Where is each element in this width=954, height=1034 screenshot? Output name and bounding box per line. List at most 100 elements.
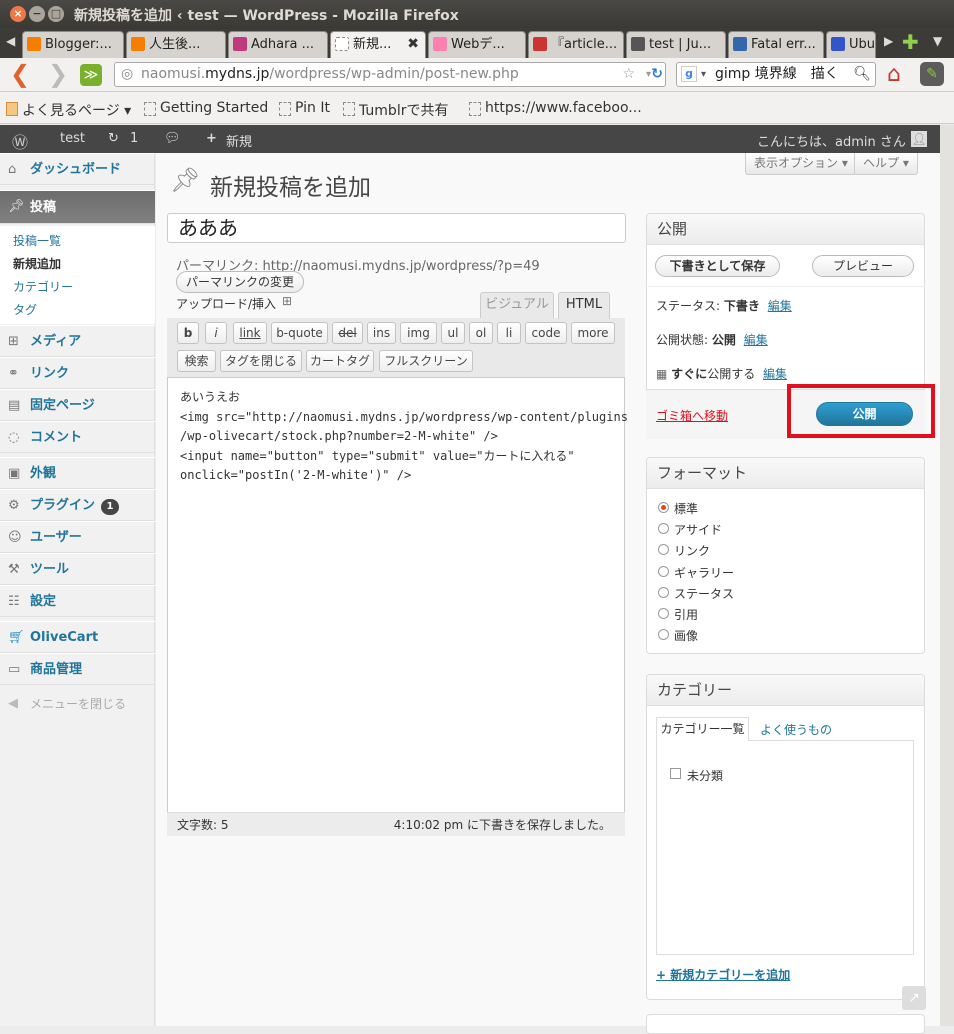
category-checkbox[interactable] [670, 768, 681, 779]
tab-scroll-left-icon[interactable]: ◀ [6, 34, 15, 48]
bookmark-tumblr[interactable]: Tumblrで共有 [343, 100, 448, 120]
evernote-icon[interactable]: ✎ [920, 62, 944, 86]
preview-button[interactable]: プレビュー [812, 255, 914, 277]
screen-options-button[interactable]: 表示オプション ▾ [745, 153, 857, 175]
quicktag-row2-2-button[interactable]: カートタグ [306, 350, 374, 372]
new-tab-icon[interactable]: ✚ [902, 30, 919, 54]
window-close-button[interactable]: × [10, 6, 26, 22]
menu-appearance[interactable]: ▣ 外観 [0, 457, 155, 489]
editor-content[interactable]: あいうえお <img src="http://naomusi.mydns.jp/… [180, 388, 628, 486]
reload-icon[interactable]: ↻ [651, 63, 663, 86]
radio-button[interactable] [658, 608, 669, 619]
browser-tab[interactable]: Webデ... [428, 31, 526, 58]
menu-posts[interactable]: 📌︎ 投稿 [0, 190, 155, 224]
tab-close-icon[interactable]: ✖ [407, 32, 419, 57]
radio-button[interactable] [658, 586, 669, 598]
menu-users[interactable]: ☺ ユーザー [0, 521, 155, 553]
radio-button[interactable] [658, 629, 669, 641]
menu-tools[interactable]: ⚒ ツール [0, 553, 155, 585]
tab-visual[interactable]: ビジュアル [480, 292, 554, 318]
format-option[interactable]: ギャラリー [658, 564, 734, 581]
browser-tab[interactable]: Blogger:... [22, 31, 124, 58]
tab-html[interactable]: HTML [558, 292, 610, 319]
radio-button[interactable] [658, 544, 669, 556]
submenu-categories[interactable]: カテゴリー [13, 278, 73, 295]
tab-scroll-right-icon[interactable]: ▶ [884, 34, 893, 48]
search-icon[interactable]: 🔍︎ [853, 63, 871, 86]
permalink-url[interactable]: http://naomusi.mydns.jp/wordpress/?p=49 [263, 259, 540, 274]
quicktag-row2-0-button[interactable]: 検索 [177, 350, 216, 372]
save-draft-button[interactable]: 下書きとして保存 [655, 255, 780, 277]
quicktag-6-button[interactable]: img [400, 322, 437, 344]
admin-bar-site-name[interactable]: test [60, 131, 85, 146]
browser-tab[interactable]: 『article... [528, 31, 624, 58]
quicktag-2-button[interactable]: link [233, 322, 267, 344]
submenu-tags[interactable]: タグ [13, 301, 37, 318]
menu-collapse[interactable]: ◀ メニューを閉じる [0, 688, 155, 720]
bookmark-most-visited[interactable]: よく見るページ ▾ [6, 100, 131, 120]
quicktag-11-button[interactable]: more [571, 322, 615, 344]
quicktag-8-button[interactable]: ol [469, 322, 493, 344]
back-icon[interactable]: ❮ [10, 60, 30, 88]
add-new-category-link[interactable]: + 新規カテゴリーを追加 [656, 966, 790, 983]
comments-icon[interactable]: 💬︎ [164, 131, 181, 146]
admin-bar-greeting[interactable]: こんにちは、admin さん ! [757, 131, 915, 150]
menu-media[interactable]: ⊞ メディア [0, 325, 155, 357]
menu-dashboard[interactable]: ⌂ ダッシュボード [0, 153, 155, 185]
search-engine-dropdown-icon[interactable]: ▾ [701, 63, 706, 86]
bookmark-getting-started[interactable]: Getting Started [144, 100, 268, 116]
menu-plugins[interactable]: ⚙ プラグイン 1 [0, 489, 155, 521]
schedule-edit-link[interactable]: 編集 [763, 367, 787, 381]
bookmark-star-icon[interactable]: ☆ [622, 63, 635, 86]
category-item-uncategorized[interactable]: 未分類 [670, 767, 723, 784]
quicktag-row2-1-button[interactable]: タグを閉じる [220, 350, 302, 372]
submenu-add-new[interactable]: 新規追加 [13, 255, 61, 272]
quicktag-5-button[interactable]: ins [367, 322, 396, 344]
format-option[interactable]: 引用 [658, 606, 698, 623]
tab-popular-categories[interactable]: よく使うもの [760, 721, 832, 738]
share-icon[interactable]: ↗ [902, 986, 926, 1010]
status-edit-link[interactable]: 編集 [768, 299, 792, 313]
tab-all-categories[interactable]: カテゴリー一覧 [656, 717, 749, 741]
visibility-edit-link[interactable]: 編集 [744, 333, 768, 347]
radio-button[interactable] [658, 523, 669, 535]
feedly-icon[interactable]: ≫ [80, 64, 102, 86]
browser-tab[interactable]: test | Ju... [626, 31, 726, 58]
menu-olivecart[interactable]: 🛒︎ OliveCart [0, 621, 155, 653]
url-bar[interactable]: ◎ naomusi.mydns.jp/wordpress/wp-admin/po… [114, 62, 666, 87]
browser-tab[interactable]: 新規... ✖ [330, 31, 426, 59]
format-option[interactable]: 標準 [658, 500, 698, 517]
tab-list-icon[interactable]: ▼ [933, 34, 942, 48]
avatar[interactable]: 👤︎ [911, 131, 927, 147]
menu-products[interactable]: ▭ 商品管理 [0, 653, 155, 685]
page-scrollbar[interactable] [940, 125, 954, 1026]
radio-button[interactable] [658, 502, 669, 513]
publish-box-heading[interactable]: 公開 [647, 214, 924, 245]
window-minimize-button[interactable]: − [29, 6, 45, 22]
format-option[interactable]: アサイド [658, 521, 722, 538]
forward-icon[interactable]: ❯ [48, 60, 68, 88]
browser-tab[interactable]: 人生後... [126, 31, 226, 58]
post-title-input[interactable]: あああ [167, 213, 626, 243]
menu-settings[interactable]: ☷ 設定 [0, 585, 155, 617]
format-option[interactable]: ステータス [658, 585, 734, 602]
quicktag-0-button[interactable]: b [177, 322, 199, 344]
add-media-icon[interactable]: ⊞ [282, 294, 292, 308]
change-permalink-button[interactable]: パーマリンクの変更 [176, 271, 304, 293]
bookmark-facebook[interactable]: https://www.faceboo... [469, 100, 642, 116]
home-icon[interactable]: ⌂ [887, 62, 901, 87]
format-option[interactable]: 画像 [658, 627, 698, 644]
format-box-heading[interactable]: フォーマット [647, 458, 924, 489]
updates-icon[interactable]: ↻ [108, 131, 119, 146]
quicktag-7-button[interactable]: ul [441, 322, 465, 344]
browser-tab[interactable]: Fatal err... [728, 31, 824, 58]
admin-bar-updates-count[interactable]: 1 [130, 131, 138, 146]
category-box-heading[interactable]: カテゴリー [647, 675, 924, 706]
menu-comments[interactable]: ◌ コメント [0, 421, 155, 453]
submenu-all-posts[interactable]: 投稿一覧 [13, 232, 61, 249]
move-to-trash-link[interactable]: ゴミ箱へ移動 [656, 407, 728, 424]
admin-bar-new[interactable]: 新規 [226, 131, 252, 150]
quicktag-10-button[interactable]: code [525, 322, 567, 344]
radio-button[interactable] [658, 565, 669, 577]
menu-links[interactable]: ⚭ リンク [0, 357, 155, 389]
